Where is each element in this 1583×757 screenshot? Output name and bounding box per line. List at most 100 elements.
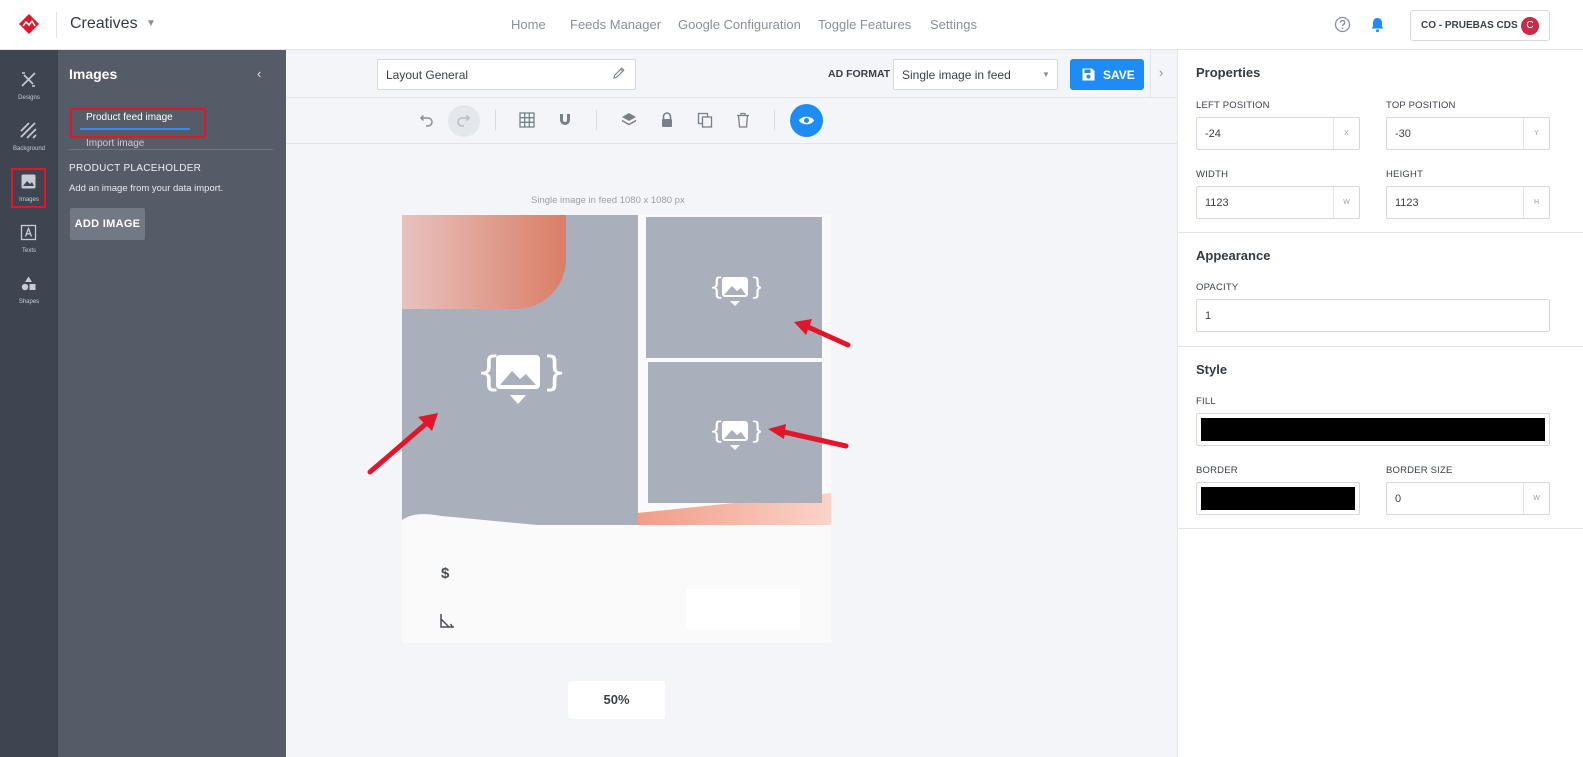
toolbar-divider <box>596 110 597 130</box>
tab-import-image[interactable]: Import image <box>86 138 144 149</box>
nav-feeds-manager[interactable]: Feeds Manager <box>570 17 661 32</box>
annotation-highlight-box <box>11 168 46 208</box>
opacity-field[interactable]: 1 <box>1196 299 1550 332</box>
rail-item-texts[interactable]: Texts <box>0 218 58 266</box>
add-image-button[interactable]: ADD IMAGE <box>70 208 145 240</box>
style-title: Style <box>1196 362 1228 377</box>
rail-label: Background <box>12 146 46 152</box>
save-icon <box>1082 68 1095 81</box>
panel-title: Images <box>69 66 118 82</box>
appearance-title: Appearance <box>1196 248 1271 263</box>
duplicate-icon[interactable] <box>696 111 714 129</box>
account-label: CO - PRUEBAS CDS <box>1421 20 1518 31</box>
canvas-format-label: Single image in feed 1080 x 1080 px <box>531 195 685 206</box>
fill-label: FILL <box>1196 396 1216 407</box>
rail-label: Designs <box>18 95 40 101</box>
bell-icon[interactable] <box>1369 16 1386 33</box>
eye-icon <box>799 116 814 125</box>
opacity-value: 1 <box>1205 310 1212 322</box>
tab-divider <box>69 149 273 150</box>
nav-toggle-features[interactable]: Toggle Features <box>818 17 911 32</box>
top-bar: Creatives ▼ Home Feeds Manager Google Co… <box>0 0 1583 50</box>
caret-down-icon[interactable]: ▼ <box>146 18 156 29</box>
nav-google-configuration[interactable]: Google Configuration <box>678 17 801 32</box>
properties-panel: Properties LEFT POSITION -24 X TOP POSIT… <box>1177 50 1583 757</box>
redo-icon <box>457 114 471 127</box>
images-panel: Images ‹ Product feed image Import image… <box>58 50 286 757</box>
account-switcher[interactable]: CO - PRUEBAS CDS C <box>1410 10 1550 41</box>
section-heading: PRODUCT PLACEHOLDER <box>69 163 202 174</box>
border-color-picker[interactable] <box>1196 482 1360 515</box>
save-button[interactable]: SAVE <box>1070 59 1144 90</box>
fill-color-swatch <box>1201 418 1545 441</box>
shapes-icon <box>21 276 36 291</box>
tab-product-feed-image[interactable]: Product feed image <box>86 112 173 123</box>
rail-item-background[interactable]: Background <box>0 116 58 164</box>
preview-button[interactable] <box>790 104 823 137</box>
section-description: Add an image from your data import. <box>69 183 224 194</box>
annotation-arrows <box>367 319 851 475</box>
ad-format-value: Single image in feed <box>902 68 1011 82</box>
unit-label: W <box>1523 483 1549 514</box>
canvas-toolbar <box>286 98 1177 144</box>
nav-settings[interactable]: Settings <box>930 17 977 32</box>
chevron-right-icon[interactable]: › <box>1159 65 1163 80</box>
ad-format-label: AD FORMAT <box>828 68 891 80</box>
border-label: BORDER <box>1196 465 1238 476</box>
opacity-label: OPACITY <box>1196 282 1239 293</box>
divider <box>56 12 57 38</box>
background-icon <box>20 122 37 139</box>
zoom-level[interactable]: 50% <box>568 681 665 719</box>
text-icon <box>20 224 37 241</box>
svg-text:}: } <box>750 273 761 301</box>
rail-item-shapes[interactable]: Shapes <box>0 269 58 317</box>
properties-title: Properties <box>1196 65 1261 80</box>
help-icon[interactable] <box>1334 16 1351 33</box>
divider <box>1178 528 1583 529</box>
left-position-label: LEFT POSITION <box>1196 100 1270 111</box>
avatar: C <box>1521 17 1539 35</box>
rail-label: Shapes <box>18 299 40 305</box>
editor-header: AD FORMAT Single image in feed ▼ SAVE › <box>286 50 1177 98</box>
active-tab-indicator <box>80 128 190 130</box>
collapse-panel-icon[interactable]: ‹ <box>257 66 261 81</box>
rail-label: Texts <box>21 248 36 254</box>
logo-icon[interactable] <box>18 13 40 35</box>
unit-label: H <box>1523 187 1549 218</box>
fill-color-picker[interactable] <box>1196 413 1550 446</box>
trash-icon[interactable] <box>734 111 752 129</box>
undo-icon[interactable] <box>417 111 435 129</box>
width-field[interactable]: 1123 W <box>1196 186 1360 219</box>
layers-icon[interactable] <box>620 111 638 129</box>
height-field[interactable]: 1123 H <box>1386 186 1550 219</box>
top-position-label: TOP POSITION <box>1386 100 1456 111</box>
toolbar-divider <box>495 110 496 130</box>
toolbar-divider <box>774 110 775 130</box>
height-value: 1123 <box>1395 197 1419 209</box>
width-value: 1123 <box>1205 197 1229 209</box>
dynamic-image-placeholder-icon: { } <box>709 273 761 306</box>
unit-label: W <box>1333 187 1359 218</box>
divider <box>1178 346 1583 347</box>
left-position-field[interactable]: -24 X <box>1196 117 1360 150</box>
save-label: SAVE <box>1103 68 1135 82</box>
border-size-label: BORDER SIZE <box>1386 465 1453 476</box>
top-position-value: -30 <box>1395 128 1411 140</box>
tool-rail: Designs Background Images Texts Shapes <box>0 50 58 757</box>
magnet-icon[interactable] <box>556 111 574 129</box>
caret-down-icon: ▼ <box>1042 70 1050 79</box>
nav-home[interactable]: Home <box>511 17 546 32</box>
ad-format-select[interactable]: Single image in feed ▼ <box>893 59 1058 90</box>
top-position-field[interactable]: -30 Y <box>1386 117 1550 150</box>
height-label: HEIGHT <box>1386 169 1424 180</box>
layout-name-input[interactable] <box>377 59 636 90</box>
pencil-icon[interactable] <box>612 66 626 80</box>
border-size-value: 0 <box>1395 493 1402 505</box>
lock-icon[interactable] <box>658 111 676 129</box>
grid-icon[interactable] <box>518 111 536 129</box>
rail-item-designs[interactable]: Designs <box>0 65 58 113</box>
border-size-field[interactable]: 0 W <box>1386 482 1550 515</box>
border-color-swatch <box>1201 487 1355 510</box>
app-switcher-label[interactable]: Creatives <box>70 15 138 33</box>
left-position-value: -24 <box>1205 128 1221 140</box>
